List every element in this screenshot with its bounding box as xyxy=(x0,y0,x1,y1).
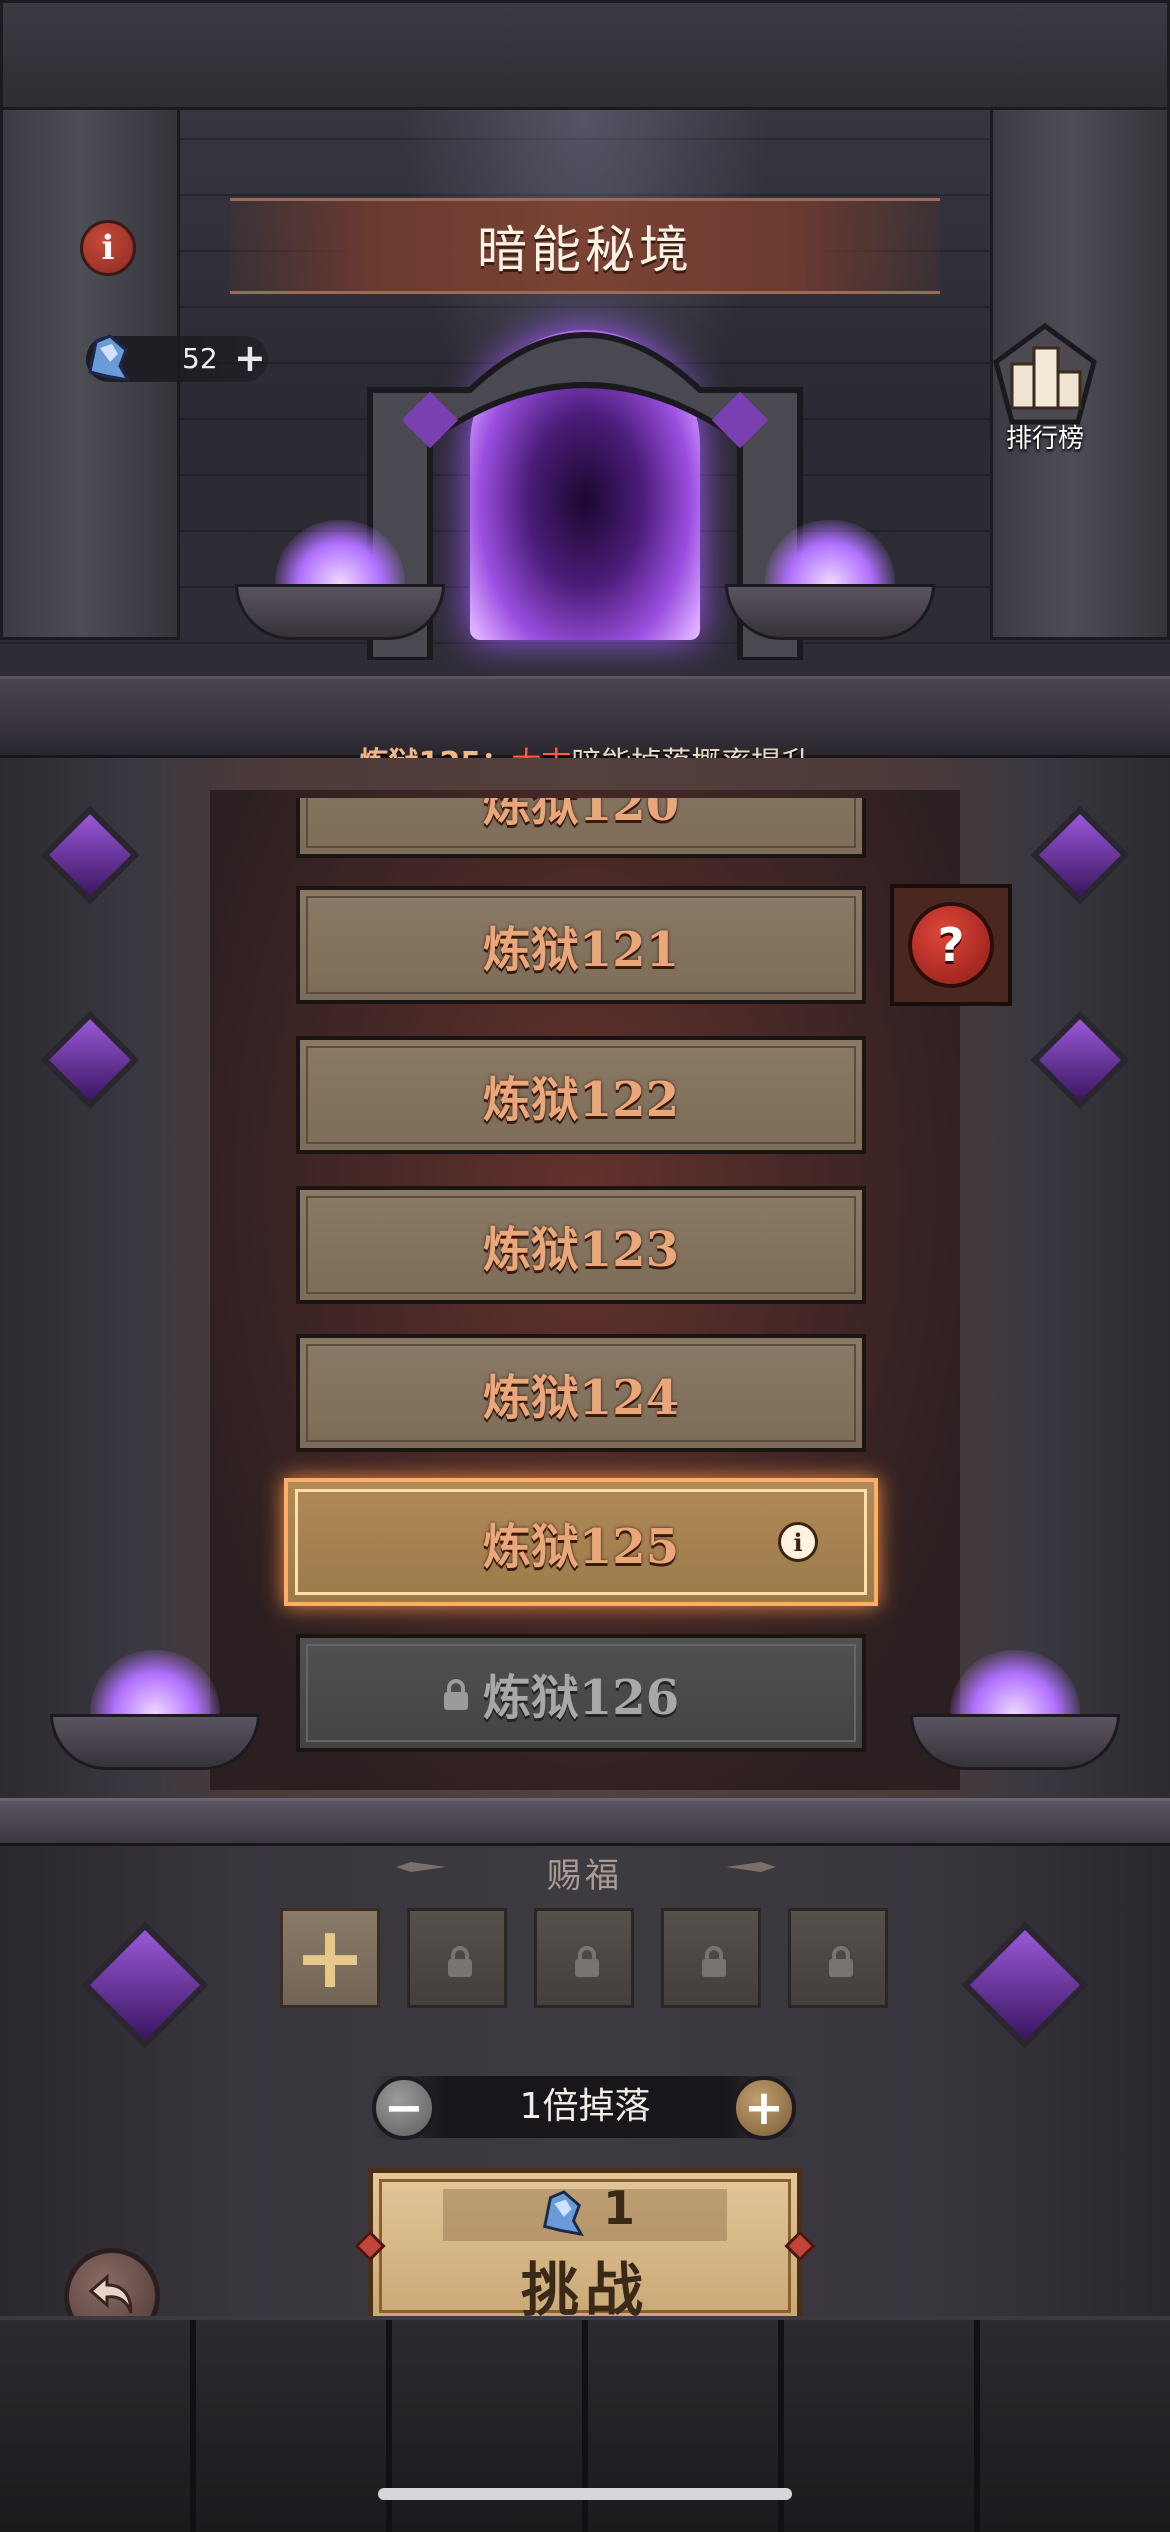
level-item-locked[interactable]: 炼狱126 xyxy=(296,1634,866,1752)
level-item[interactable]: 炼狱124 xyxy=(296,1334,866,1452)
challenge-button[interactable]: 1 挑战 xyxy=(354,2168,816,2324)
decrease-multiplier-button[interactable]: − xyxy=(372,2076,436,2140)
plus-icon: + xyxy=(743,2080,785,2136)
minus-icon: − xyxy=(383,2080,425,2136)
challenge-cost-bar xyxy=(443,2189,727,2241)
challenge-label: 挑战 xyxy=(520,2256,649,2324)
level-label: 炼狱121 xyxy=(482,922,680,978)
leaderboard-button[interactable]: 排行榜 xyxy=(980,322,1110,454)
blessing-slot-locked[interactable] xyxy=(407,1908,507,2008)
level-info-button[interactable]: i xyxy=(778,1522,818,1562)
stone-ledge xyxy=(0,1798,1170,1846)
level-label: 炼狱120 xyxy=(482,798,680,832)
blessing-slot-locked[interactable] xyxy=(788,1908,888,2008)
title-banner: 暗能秘境 xyxy=(230,198,940,294)
level-item[interactable]: 炼狱121 xyxy=(296,886,866,1004)
currency-amount: 52 xyxy=(182,342,218,375)
leaderboard-label: 排行榜 xyxy=(1005,424,1084,454)
top-lintel xyxy=(0,0,1170,110)
info-button[interactable]: i xyxy=(80,220,136,276)
level-label: 炼狱124 xyxy=(482,1370,680,1426)
level-item-selected[interactable]: 炼狱125 i xyxy=(284,1478,878,1606)
portal-brazier-right xyxy=(725,520,935,640)
increase-multiplier-button[interactable]: + xyxy=(732,2076,796,2140)
currency-counter: 52 + xyxy=(86,334,268,383)
lock-icon xyxy=(575,1946,599,1977)
level-item[interactable]: 炼狱120 xyxy=(296,798,866,858)
level-item[interactable]: 炼狱123 xyxy=(296,1186,866,1304)
portal-brazier-left xyxy=(235,520,445,640)
home-indicator[interactable] xyxy=(378,2488,792,2500)
plus-icon: + xyxy=(293,1908,367,2008)
level-label: 炼狱122 xyxy=(482,1072,680,1128)
leaderboard-icon xyxy=(993,322,1097,425)
game-scene: 暗能秘境 i 52 + 排行榜 炼狱125：太古暗能掉落概率提升 炼狱120 xyxy=(0,0,1170,2532)
info-icon: i xyxy=(101,228,115,268)
blessing-slot-locked[interactable] xyxy=(534,1908,634,2008)
question-mark-icon: ? xyxy=(937,918,965,972)
blessing-slot-locked[interactable] xyxy=(661,1908,761,2008)
currency-add-button[interactable]: + xyxy=(234,336,266,382)
brazier-right xyxy=(910,1650,1120,1770)
challenge-cost: 1 xyxy=(603,2181,636,2235)
level-label: 炼狱123 xyxy=(482,1222,680,1278)
level-item[interactable]: 炼狱122 xyxy=(296,1036,866,1154)
blessing-slot-add[interactable]: + xyxy=(280,1908,380,2008)
mystery-reward-button[interactable]: ? xyxy=(890,884,1012,1006)
lock-icon xyxy=(829,1946,853,1977)
lock-icon xyxy=(448,1946,472,1977)
info-icon: i xyxy=(793,1527,803,1557)
lock-icon xyxy=(702,1946,726,1977)
level-list[interactable]: 炼狱120 炼狱121 炼狱122 炼狱123 炼狱124 炼狱126 xyxy=(296,798,866,1758)
page-title: 暗能秘境 xyxy=(477,221,693,279)
blue-dragon-currency-icon xyxy=(542,2190,584,2237)
blessing-title: 赐福 xyxy=(547,1856,623,1896)
back-arrow-icon xyxy=(88,2273,133,2314)
blue-dragon-currency-icon xyxy=(88,334,131,383)
brazier-left xyxy=(50,1650,260,1770)
level-label: 炼狱126 xyxy=(482,1670,680,1726)
